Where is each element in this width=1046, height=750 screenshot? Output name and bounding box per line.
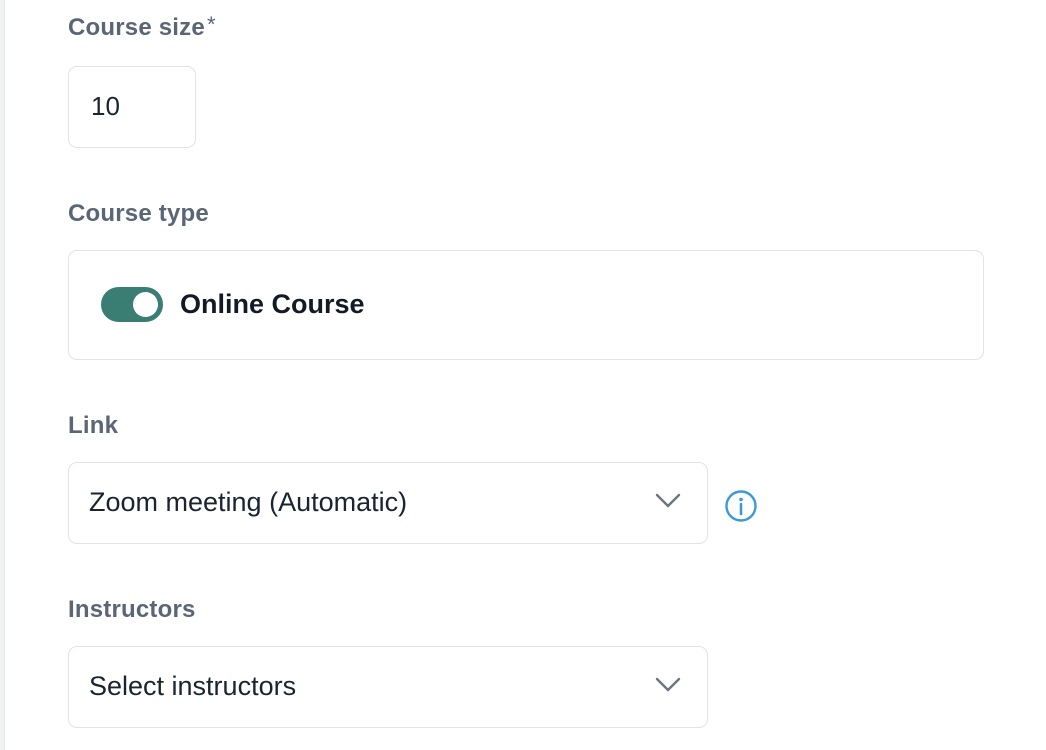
course-form: Course size * Course type Online Course … [0,0,1046,750]
link-select-value: Zoom meeting (Automatic) [89,487,408,517]
online-course-label: Online Course [180,289,365,319]
chevron-down-icon [655,677,681,692]
instructors-select[interactable]: Select instructors [68,646,708,728]
online-course-toggle[interactable] [101,287,163,322]
link-label: Link [68,412,119,439]
course-size-label-text: Course size [68,14,205,41]
course-size-input[interactable] [91,91,181,122]
course-size-label: Course size [68,14,205,42]
instructors-placeholder: Select instructors [89,671,297,701]
chevron-down-icon [655,493,681,508]
left-panel-edge [0,0,5,750]
required-star: * [207,12,216,37]
link-select[interactable]: Zoom meeting (Automatic) [68,462,708,544]
info-circle-icon[interactable] [724,489,758,523]
course-type-card: Online Course [68,250,984,360]
toggle-knob [133,292,158,317]
instructors-label: Instructors [68,596,196,623]
course-size-field[interactable] [68,66,196,148]
course-type-label: Course type [68,200,209,227]
